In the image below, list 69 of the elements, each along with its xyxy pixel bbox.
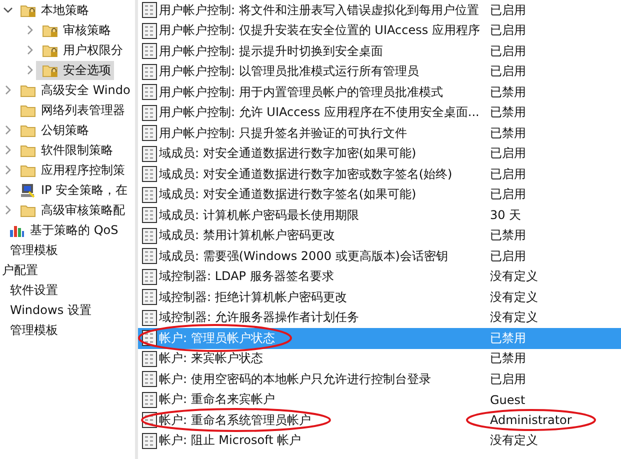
- tree-item[interactable]: 高级审核策略配: [14, 200, 128, 220]
- tree-item[interactable]: 管理模板: [4, 240, 61, 260]
- policy-row[interactable]: 域控制器: 允许服务器操作者计划任务 没有定义: [138, 308, 621, 328]
- folder-icon: [20, 162, 36, 178]
- folder-icon: [20, 122, 36, 138]
- policy-document-icon: [142, 310, 157, 326]
- policy-document-icon: [142, 248, 157, 264]
- folder-icon: [20, 142, 36, 158]
- folder-icon: [20, 202, 36, 218]
- policy-document-icon: [142, 432, 157, 449]
- policy-row[interactable]: 帐户: 阻止 Microsoft 帐户 没有定义: [138, 430, 621, 451]
- tree-item[interactable]: 用户权限分: [36, 40, 126, 60]
- tree-item[interactable]: IP 安全策略，在: [14, 180, 131, 200]
- folder-icon: [20, 102, 36, 118]
- policy-row[interactable]: 帐户: 来宾帐户状态 已禁用: [138, 348, 621, 369]
- tree-item[interactable]: 高级安全 Windo: [14, 80, 134, 100]
- tree-item[interactable]: 审核策略: [36, 20, 114, 40]
- policy-document-icon: [142, 371, 157, 388]
- tree-item[interactable]: 基于策略的 QoS: [3, 220, 122, 240]
- policy-document-icon: [142, 268, 157, 285]
- computer-icon: [20, 182, 36, 198]
- policy-document-icon: [142, 392, 157, 408]
- policy-document-icon: [142, 228, 157, 244]
- policy-document-icon: [142, 64, 157, 80]
- policy-row[interactable]: 帐户: 使用空密码的本地帐户只允许进行控制台登录 已启用: [138, 369, 621, 390]
- locked-folder-icon: [42, 22, 58, 38]
- policy-row[interactable]: 帐户: 重命名来宾帐户 Guest: [138, 390, 621, 410]
- policy-document-icon: [142, 186, 157, 203]
- policy-row[interactable]: 域控制器: LDAP 服务器签名要求 没有定义: [138, 266, 621, 287]
- policy-row[interactable]: 域成员: 对安全通道数据进行数字加密或数字签名(始终) 已启用: [138, 164, 621, 184]
- policy-document-icon: [142, 125, 157, 142]
- policy-document-icon: [142, 207, 157, 224]
- policy-document-icon: [142, 2, 157, 18]
- policy-document-icon: [142, 289, 157, 306]
- tree-item[interactable]: 软件限制策略: [14, 140, 116, 160]
- tree-item[interactable]: Windows 设置: [4, 300, 94, 320]
- locked-folder-icon: [42, 62, 58, 78]
- policy-row[interactable]: 用户帐户控制: 将文件和注册表写入错误虚拟化到每用户位置 已启用: [138, 0, 621, 20]
- policy-row[interactable]: 用户帐户控制: 提示提升时切换到安全桌面 已启用: [138, 41, 621, 62]
- policy-row[interactable]: 域成员: 需要强(Windows 2000 或更高版本)会话密钥 已启用: [138, 246, 621, 266]
- policy-row[interactable]: 域成员: 对安全通道数据进行数字加密(如果可能) 已启用: [138, 144, 621, 164]
- policy-document-icon: [142, 166, 157, 182]
- policy-document-icon: [142, 84, 157, 100]
- policy-document-icon: [142, 22, 157, 39]
- locked-folder-icon: [20, 2, 36, 18]
- tree-item[interactable]: 应用程序控制策: [14, 160, 128, 180]
- policy-document-icon: [142, 104, 157, 121]
- policy-document-icon: [142, 43, 157, 60]
- tree-item[interactable]: 户配置: [0, 260, 41, 280]
- tree-item[interactable]: 管理模板: [4, 320, 61, 340]
- policy-row[interactable]: 用户帐户控制: 用于内置管理员帐户的管理员批准模式 已禁用: [138, 82, 621, 102]
- policy-row[interactable]: 帐户: 重命名系统管理员帐户 Administrator: [138, 410, 621, 430]
- folder-icon: [20, 82, 36, 98]
- policy-document-icon: [142, 146, 157, 162]
- policy-document-icon: [142, 350, 157, 367]
- tree-item[interactable]: 本地策略: [14, 0, 92, 20]
- tree-item[interactable]: 软件设置: [4, 280, 61, 300]
- locked-folder-icon: [42, 42, 58, 58]
- policy-row[interactable]: 域成员: 对安全通道数据进行数字签名(如果可能) 已启用: [138, 184, 621, 205]
- tree-item[interactable]: 安全选项: [36, 60, 114, 80]
- policy-row[interactable]: 域控制器: 拒绝计算机帐户密码更改 没有定义: [138, 287, 621, 308]
- policy-row[interactable]: 域成员: 计算机帐户密码最长使用期限 30 天: [138, 205, 621, 226]
- policy-row[interactable]: 用户帐户控制: 以管理员批准模式运行所有管理员 已启用: [138, 62, 621, 82]
- policy-row[interactable]: 用户帐户控制: 仅提升安装在安全位置的 UIAccess 应用程序 已启用: [138, 20, 621, 41]
- policy-row[interactable]: 域成员: 禁用计算机帐户密码更改 已禁用: [138, 226, 621, 246]
- tree-item[interactable]: 公钥策略: [14, 120, 92, 140]
- tree-item[interactable]: 网络列表管理器: [14, 100, 128, 120]
- policy-row[interactable]: 用户帐户控制: 只提升签名并验证的可执行文件 已禁用: [138, 123, 621, 144]
- policy-row[interactable]: 用户帐户控制: 允许 UIAccess 应用程序在不使用安全桌面... 已禁用: [138, 102, 621, 123]
